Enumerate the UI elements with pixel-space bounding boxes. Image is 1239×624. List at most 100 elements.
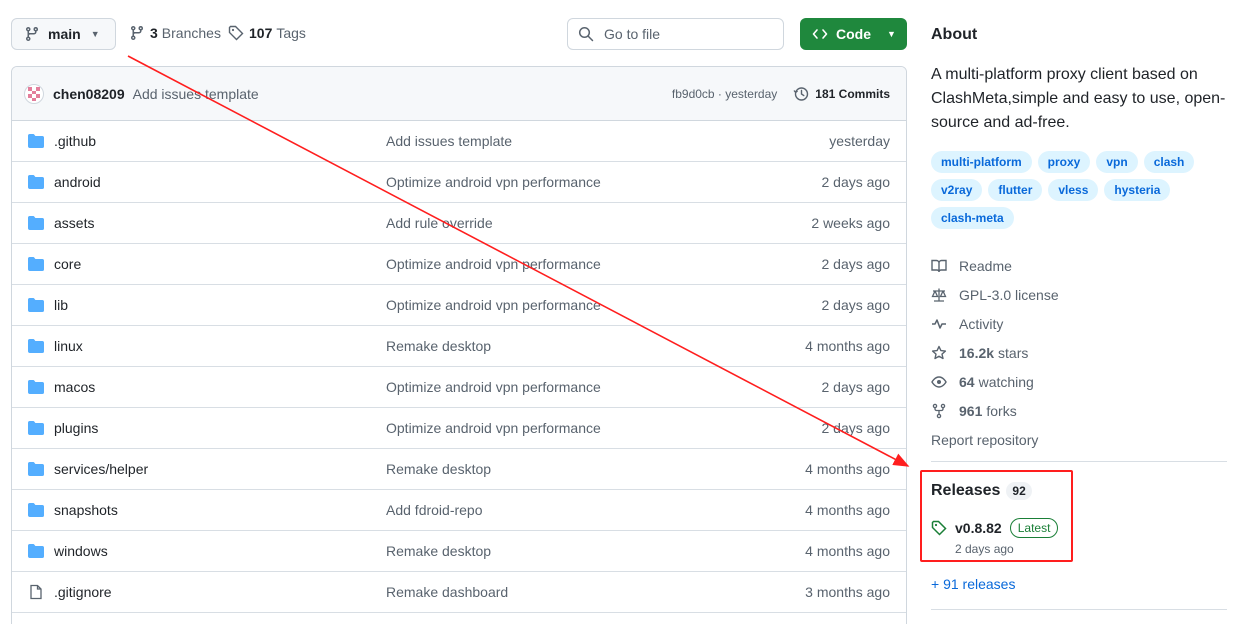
file-commit-message[interactable]: Remake desktop (386, 338, 491, 354)
watching-label: watching (978, 373, 1034, 390)
file-name[interactable]: lib (54, 297, 386, 313)
repo-description: A multi-platform proxy client based on C… (931, 66, 1226, 131)
forks-count: 961 (959, 402, 983, 419)
folder-icon (28, 175, 44, 189)
file-commit-message[interactable]: Remake dashboard (386, 584, 508, 600)
topic-tag[interactable]: clash (1143, 151, 1195, 173)
avatar[interactable] (24, 83, 44, 104)
file-name[interactable]: .gitignore (54, 584, 386, 600)
search-icon (578, 26, 594, 42)
tags-count: 107 (249, 25, 273, 41)
forks-label: forks (986, 402, 1017, 419)
topic-list: multi-platform proxy vpn clash v2ray flutter v… (931, 151, 1231, 229)
file-name[interactable]: assets (54, 215, 386, 231)
file-name[interactable]: .github (54, 133, 386, 149)
file-name[interactable]: snapshots (54, 502, 386, 518)
folder-icon (28, 462, 44, 476)
topic-tag[interactable]: proxy (1037, 151, 1091, 173)
folder-icon (28, 134, 44, 148)
activity-link[interactable]: Activity (931, 309, 1059, 338)
identicon-icon (28, 86, 40, 101)
code-button[interactable]: Code ▼ (800, 18, 907, 50)
tag-icon (228, 25, 244, 41)
commits-count: 181 Commits (815, 86, 890, 101)
commit-message[interactable]: Add issues template (133, 86, 259, 102)
folder-icon (28, 421, 44, 435)
watching-count: 64 (959, 373, 975, 390)
file-name[interactable]: macos (54, 379, 386, 395)
commit-author[interactable]: chen08209 (53, 86, 125, 102)
file-row[interactable]: android Optimize android vpn performance 2… (12, 162, 906, 203)
chevron-down-icon: ▼ (90, 29, 100, 39)
file-name[interactable]: core (54, 256, 386, 272)
branch-selector-button[interactable]: main ▼ (11, 18, 116, 50)
file-row[interactable]: services/helper Remake desktop 4 months ag… (12, 449, 906, 490)
license-link[interactable]: GPL-3.0 license (931, 280, 1059, 309)
repo-meta-list: Readme GPL-3.0 license Activity 16.2k st… (931, 251, 1059, 454)
go-to-file-input[interactable]: Go to file (567, 18, 784, 50)
file-row[interactable]: lib Optimize android vpn performance 2 day… (12, 285, 906, 326)
file-commit-message[interactable]: Optimize android vpn performance (386, 420, 601, 436)
topic-tag[interactable]: hysteria (1104, 179, 1171, 201)
topic-tag[interactable]: v2ray (931, 179, 983, 201)
folder-icon (28, 339, 44, 353)
file-commit-date: 4 months ago (805, 461, 890, 477)
forks-link[interactable]: 961 forks (931, 396, 1059, 425)
report-repository-link[interactable]: Report repository (931, 425, 1059, 454)
file-row[interactable]: .github Add issues template yesterday (12, 121, 906, 162)
file-icon (30, 584, 42, 600)
file-commit-message[interactable]: Add fdroid-repo (386, 502, 483, 518)
file-row[interactable]: .gitignore Remake dashboard 3 months ago (12, 572, 906, 613)
file-commit-message[interactable]: Optimize android vpn performance (386, 379, 601, 395)
file-commit-message[interactable]: Add rule override (386, 215, 493, 231)
file-commit-date: yesterday (829, 133, 890, 149)
readme-link[interactable]: Readme (931, 251, 1059, 280)
file-commit-date: 2 days ago (821, 420, 891, 436)
topic-tag[interactable]: vless (1048, 179, 1099, 201)
topic-tag[interactable]: clash-meta (931, 207, 1014, 229)
sidebar-divider (931, 461, 1227, 462)
file-list: .github Add issues template yesterday andro… (12, 121, 906, 613)
eye-icon (931, 375, 947, 388)
file-browser: chen08209 Add issues template fb9d0cb · … (11, 66, 907, 624)
file-commit-date: 3 months ago (805, 584, 890, 600)
commits-link[interactable]: 181 Commits (793, 86, 890, 102)
file-commit-date: 2 days ago (821, 256, 891, 272)
file-row[interactable]: snapshots Add fdroid-repo 4 months ago (12, 490, 906, 531)
file-name[interactable]: windows (54, 543, 386, 559)
watching-link[interactable]: 64 watching (931, 367, 1059, 396)
file-row[interactable]: windows Remake desktop 4 months ago (12, 531, 906, 572)
file-commit-message[interactable]: Optimize android vpn performance (386, 297, 601, 313)
file-commit-date: 4 months ago (805, 543, 890, 559)
file-name[interactable]: plugins (54, 420, 386, 436)
branch-name: main (48, 26, 81, 42)
file-commit-message[interactable]: Remake desktop (386, 461, 491, 477)
file-commit-message[interactable]: Remake desktop (386, 543, 491, 559)
file-commit-message[interactable]: Optimize android vpn performance (386, 256, 601, 272)
stars-link[interactable]: 16.2k stars (931, 338, 1059, 367)
file-row[interactable]: core Optimize android vpn performance 2 da… (12, 244, 906, 285)
file-row[interactable]: macos Optimize android vpn performance 2 d… (12, 367, 906, 408)
search-placeholder: Go to file (604, 26, 661, 42)
file-name[interactable]: android (54, 174, 386, 190)
commit-hash-time[interactable]: fb9d0cb · yesterday (672, 87, 777, 101)
branches-link[interactable]: 3 Branches (129, 25, 221, 41)
file-name[interactable]: linux (54, 338, 386, 354)
topic-tag[interactable]: flutter (988, 179, 1043, 201)
file-row[interactable]: plugins Optimize android vpn performance 2… (12, 408, 906, 449)
tags-link[interactable]: 107 Tags (228, 25, 306, 41)
file-commit-date: 2 weeks ago (811, 215, 890, 231)
topic-tag[interactable]: multi-platform (931, 151, 1032, 173)
file-commit-message[interactable]: Add issues template (386, 133, 512, 149)
law-icon (931, 288, 947, 302)
file-commit-message[interactable]: Optimize android vpn performance (386, 174, 601, 190)
file-name[interactable]: services/helper (54, 461, 386, 477)
report-label: Report repository (931, 431, 1039, 448)
file-row[interactable]: assets Add rule override 2 weeks ago (12, 203, 906, 244)
more-releases-link[interactable]: + 91 releases (931, 576, 1015, 592)
branches-count: 3 (150, 25, 158, 41)
annotation-highlight-box (920, 470, 1073, 562)
topic-tag[interactable]: vpn (1096, 151, 1138, 173)
file-row[interactable]: linux Remake desktop 4 months ago (12, 326, 906, 367)
book-icon (931, 259, 947, 272)
